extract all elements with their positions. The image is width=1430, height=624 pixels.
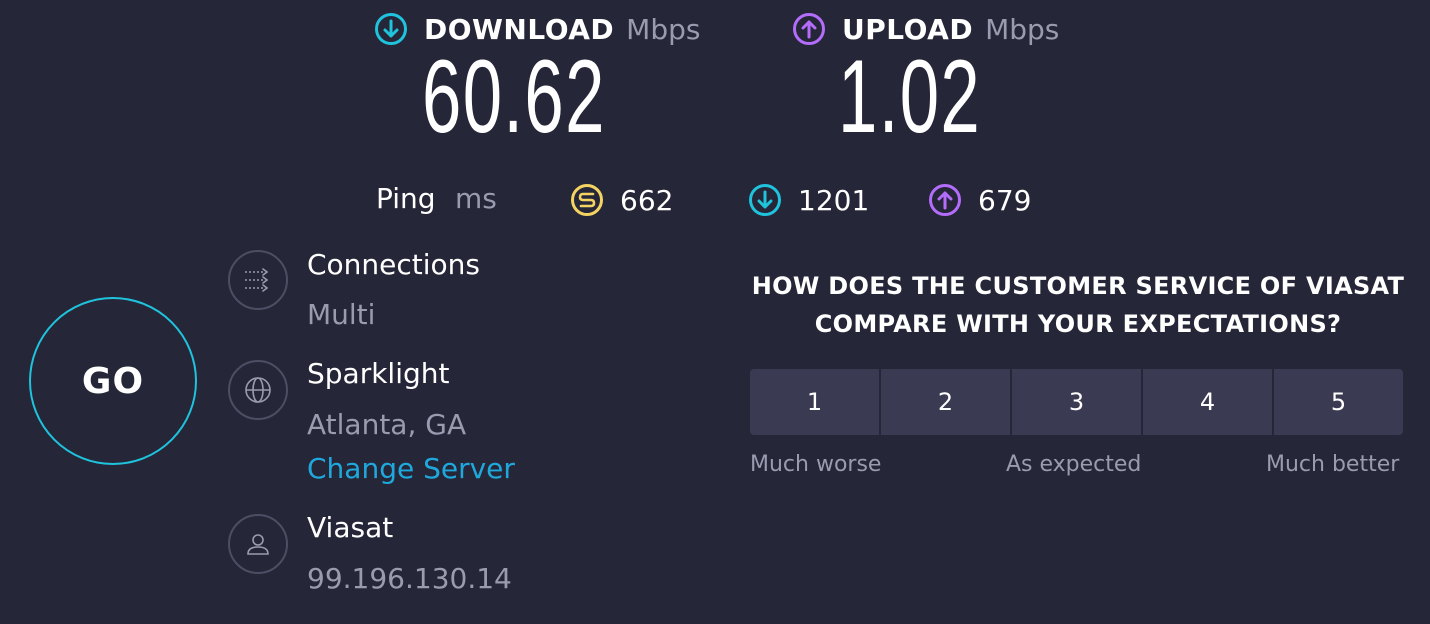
connections-title: Connections xyxy=(307,248,481,281)
upload-unit: Mbps xyxy=(985,12,1060,46)
rating-option-4[interactable]: 4 xyxy=(1143,369,1272,435)
download-value: 60.62 xyxy=(422,39,606,155)
rating-scale: 1 2 3 4 5 xyxy=(750,369,1403,435)
scale-high-label: Much better xyxy=(1266,452,1400,477)
ping-download-value: 1201 xyxy=(798,183,870,217)
change-server-link[interactable]: Change Server xyxy=(307,452,515,485)
ping-idle: 662 xyxy=(570,183,673,217)
connections-icon xyxy=(228,250,288,310)
ping-upload: 679 xyxy=(928,183,1031,217)
ping-upload-icon xyxy=(929,184,961,216)
rating-option-1[interactable]: 1 xyxy=(750,369,879,435)
go-button[interactable]: GO xyxy=(29,297,197,465)
ping-idle-value: 662 xyxy=(620,183,674,217)
download-arrow-icon xyxy=(375,13,407,45)
ping-download: 1201 xyxy=(748,183,869,217)
globe-icon xyxy=(228,360,288,420)
rating-option-2[interactable]: 2 xyxy=(881,369,1010,435)
go-button-label: GO xyxy=(81,360,145,402)
upload-arrow-icon xyxy=(793,13,825,45)
ping-idle-icon xyxy=(571,184,603,216)
download-unit: Mbps xyxy=(626,12,701,46)
survey-question-line2: COMPARE WITH YOUR EXPECTATIONS? xyxy=(814,310,1342,338)
provider-name: Viasat xyxy=(307,511,394,544)
survey-question: HOW DOES THE CUSTOMER SERVICE OF VIASAT … xyxy=(750,267,1406,343)
rating-option-5[interactable]: 5 xyxy=(1274,369,1403,435)
ping-label: Ping xyxy=(376,182,436,215)
ping-row: Ping xyxy=(376,182,436,215)
ping-download-icon xyxy=(749,184,781,216)
ping-upload-value: 679 xyxy=(978,183,1032,217)
user-icon xyxy=(228,514,288,574)
rating-option-3[interactable]: 3 xyxy=(1012,369,1141,435)
scale-mid-label: As expected xyxy=(1006,452,1142,477)
upload-value: 1.02 xyxy=(838,39,982,155)
server-name: Sparklight xyxy=(307,357,450,390)
scale-low-label: Much worse xyxy=(750,452,882,477)
server-location: Atlanta, GA xyxy=(307,408,467,441)
provider-ip: 99.196.130.14 xyxy=(307,562,512,595)
survey-question-line1: HOW DOES THE CUSTOMER SERVICE OF VIASAT xyxy=(751,272,1405,300)
connections-value: Multi xyxy=(307,298,376,331)
ping-unit: ms xyxy=(455,182,497,215)
